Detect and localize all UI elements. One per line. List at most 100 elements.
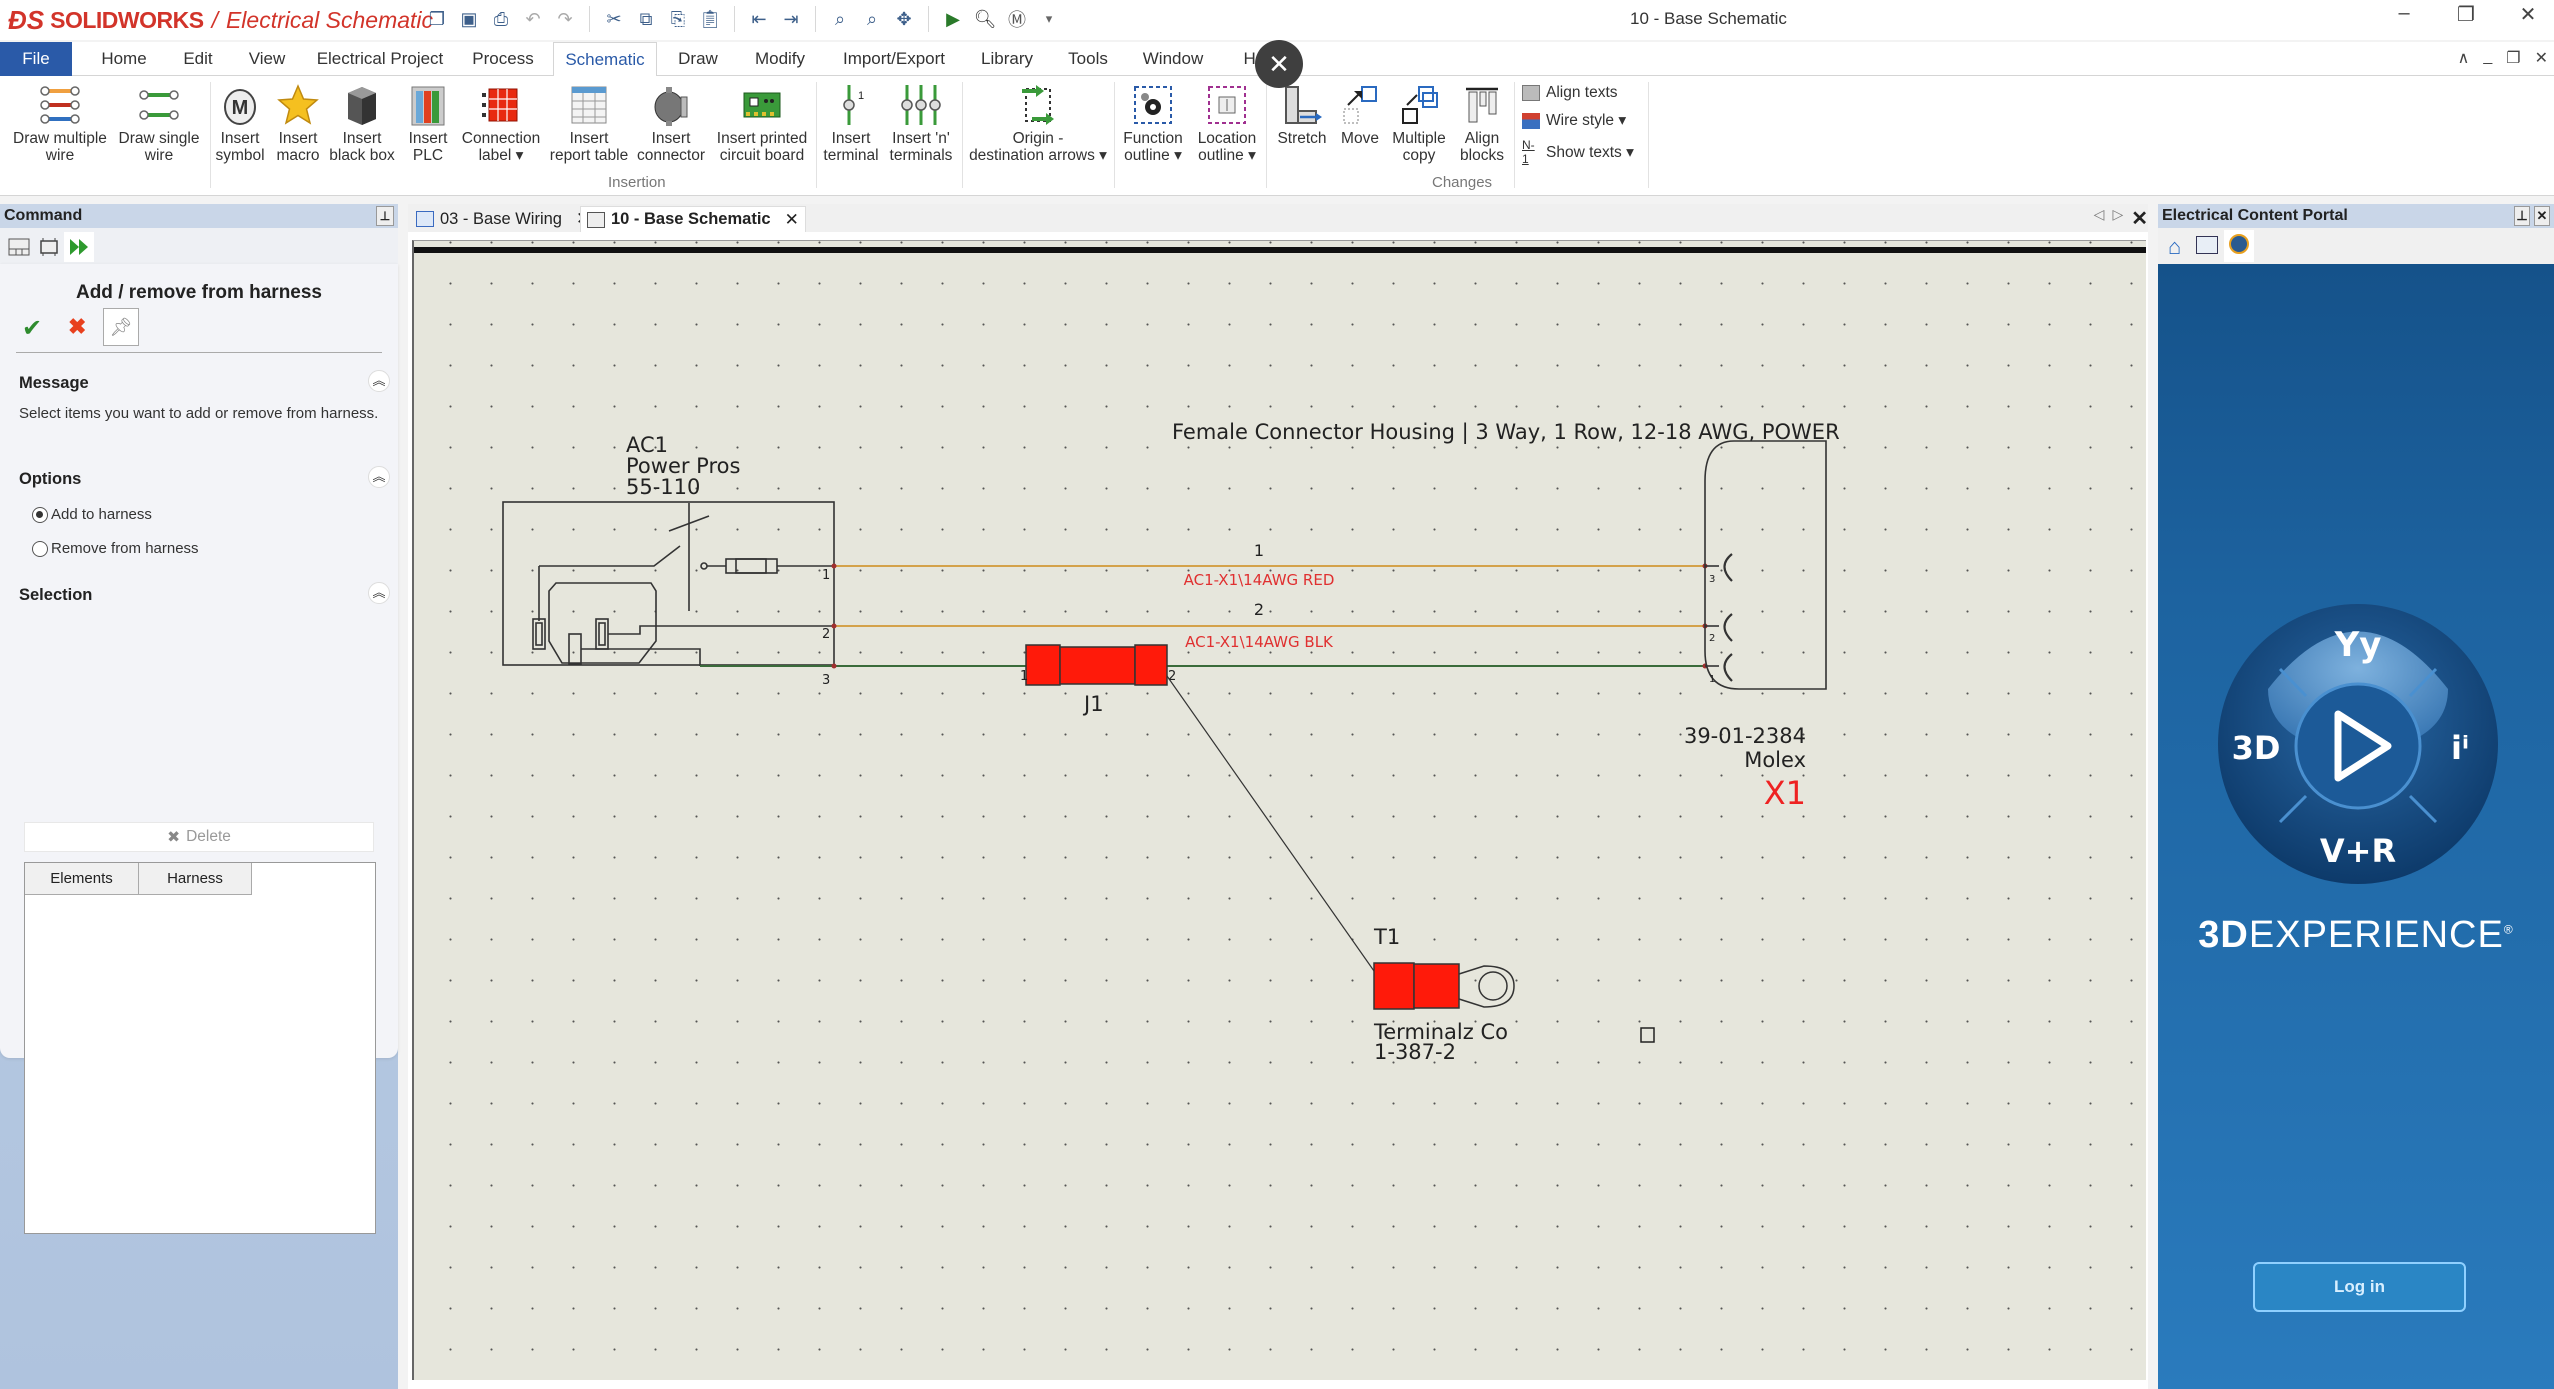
insert-pcb-button[interactable]: Insert printed circuit board (710, 80, 814, 164)
symbols-tab-icon[interactable] (34, 232, 64, 262)
ok-checkmark-icon[interactable]: ✔ (22, 314, 42, 343)
origin-destination-arrows-button[interactable]: Origin - destination arrows ▾ (964, 80, 1112, 164)
3dexperience-compass-logo[interactable]: Yy 3D iⁱ V+R (2208, 594, 2508, 894)
minimize-icon[interactable]: – (2388, 2, 2420, 27)
insert-connector-button[interactable]: Insert connector (632, 80, 710, 164)
portal-tab[interactable] (2224, 230, 2254, 262)
copy-icon[interactable]: ⧉ (634, 7, 658, 31)
home-icon[interactable]: ⌂ (2168, 234, 2181, 260)
doc-close-icon[interactable]: ✕ (2535, 48, 2548, 68)
close-icon[interactable]: ✕ (2512, 2, 2544, 27)
find-icon[interactable]: 🔍︎ (973, 7, 997, 31)
new-document-icon[interactable]: ❐ (425, 7, 449, 31)
align-texts-button[interactable]: Align texts (1522, 84, 1618, 102)
schematic-canvas[interactable]: AC1 Power Pros 55-110 1 2 3 1 AC1-X1\14A… (412, 240, 2146, 1380)
restore-icon[interactable]: ❐ (2450, 2, 2482, 27)
overlay-close-button[interactable]: ✕ (1255, 40, 1303, 88)
pcb-icon (738, 80, 786, 130)
j1-splice-symbol[interactable] (1025, 644, 1168, 686)
insert-plc-button[interactable]: Insert PLC (400, 80, 456, 164)
customize-dropdown-icon[interactable]: ▾ (1037, 7, 1061, 31)
tab-base-wiring[interactable]: 03 - Base Wiring ✕ (410, 206, 596, 232)
pan-icon[interactable]: ✥ (892, 7, 916, 31)
zoom-area-icon[interactable]: ⌕ (860, 7, 884, 31)
t1-ring-terminal[interactable] (1373, 962, 1515, 1010)
paste-icon[interactable]: 📋︎ (698, 7, 722, 31)
close-panel-icon[interactable]: ✕ (2534, 206, 2550, 226)
catalog-icon[interactable] (2196, 236, 2218, 254)
show-texts-button[interactable]: N-1 Show texts ▾ (1522, 138, 1634, 166)
cut-icon[interactable]: ✂ (602, 7, 626, 31)
location-outline-button[interactable]: Location outline ▾ (1190, 80, 1264, 164)
print-icon[interactable]: ⎙ (489, 7, 513, 31)
pin-icon[interactable]: ⊥ (376, 206, 394, 226)
insert-terminal-button[interactable]: 1 Insert terminal (818, 80, 884, 164)
pin-icon[interactable]: ⊥ (2514, 206, 2530, 226)
radio-button-selected[interactable] (32, 506, 48, 523)
paste-special-icon[interactable]: ⎘ (666, 7, 690, 31)
insert-symbol-button[interactable]: M Insert symbol (212, 80, 268, 164)
collapse-ribbon-icon[interactable]: ∧ (2458, 48, 2470, 68)
tab-library[interactable]: Library (970, 42, 1044, 76)
tab-edit[interactable]: Edit (170, 42, 226, 76)
tab-import-export[interactable]: Import/Export (835, 42, 953, 76)
tab-home[interactable]: Home (90, 42, 158, 76)
selection-table[interactable]: Elements Harness (24, 862, 376, 1234)
insert-report-table-button[interactable]: Insert report table (546, 80, 632, 164)
radio-button[interactable] (32, 540, 48, 557)
insert-black-box-button[interactable]: Insert black box (326, 80, 398, 164)
tab-modify[interactable]: Modify (745, 42, 815, 76)
run-macro-icon[interactable]: ▶ (941, 7, 965, 31)
add-to-harness-radio[interactable]: Add to harness (32, 506, 152, 523)
tab-view[interactable]: View (238, 42, 296, 76)
align-blocks-button[interactable]: Align blocks (1452, 80, 1512, 164)
command-tab-icon[interactable] (64, 232, 94, 262)
column-header-harness[interactable]: Harness (139, 863, 252, 895)
wire-style-button[interactable]: Wire style ▾ (1522, 111, 1626, 130)
ac1-power-inlet-symbol[interactable] (502, 501, 835, 666)
scroll-right-icon[interactable]: ▷ (2112, 206, 2123, 231)
delete-button[interactable]: ✖ Delete (24, 822, 374, 852)
single-wire-icon (135, 80, 183, 130)
insert-n-terminals-button[interactable]: Insert 'n' terminals (884, 80, 958, 164)
draw-single-wire-button[interactable]: Draw single wire (112, 80, 206, 164)
multiple-copy-button[interactable]: Multiple copy (1386, 80, 1452, 164)
tab-process[interactable]: Process (462, 42, 544, 76)
login-button[interactable]: Log in (2253, 1262, 2466, 1312)
tab-file[interactable]: File (0, 42, 72, 76)
stretch-button[interactable]: Stretch (1270, 80, 1334, 147)
tab-schematic[interactable]: Schematic (553, 42, 657, 77)
tab-window[interactable]: Window (1135, 42, 1211, 76)
collapse-options-icon[interactable]: ︽ (368, 466, 390, 488)
function-outline-button[interactable]: Function outline ▾ (1116, 80, 1190, 164)
zoom-window-icon[interactable]: ⌕ (828, 7, 852, 31)
copy-page-icon[interactable]: ⇤ (747, 7, 771, 31)
tab-base-schematic[interactable]: 10 - Base Schematic ✕ (580, 206, 806, 232)
undo-icon[interactable]: ↶ (521, 7, 545, 31)
layout-tab-icon[interactable] (4, 232, 34, 262)
move-button[interactable]: Move (1334, 80, 1386, 147)
connection-label-button[interactable]: Connection label ▾ (458, 80, 544, 164)
scroll-left-icon[interactable]: ◁ (2094, 206, 2105, 231)
draw-multiple-wire-button[interactable]: Draw multiple wire (8, 80, 112, 164)
column-header-elements[interactable]: Elements (25, 863, 139, 895)
x1-connector-housing[interactable] (1704, 440, 1827, 690)
redo-icon[interactable]: ↷ (553, 7, 577, 31)
tab-draw[interactable]: Draw (665, 42, 731, 76)
doc-minimize-icon[interactable]: _ (2483, 48, 2492, 68)
tab-electrical-project[interactable]: Electrical Project (310, 42, 450, 76)
collapse-selection-icon[interactable]: ︽ (368, 582, 390, 604)
remove-from-harness-radio[interactable]: Remove from harness (32, 540, 199, 557)
save-icon[interactable]: ▣ (457, 7, 481, 31)
insert-macro-button[interactable]: Insert macro (270, 80, 326, 164)
tab-tools[interactable]: Tools (1060, 42, 1116, 76)
doc-restore-icon[interactable]: ❐ (2506, 48, 2520, 68)
wire-j1-t1[interactable] (1166, 675, 1375, 972)
cancel-x-icon[interactable]: ✖ (68, 314, 86, 340)
macro-icon[interactable]: Ⓜ (1005, 7, 1029, 31)
close-tab-icon[interactable]: ✕ (785, 210, 799, 230)
close-document-icon[interactable]: ✕ (2131, 206, 2148, 231)
collapse-message-icon[interactable]: ︽ (368, 370, 390, 392)
pin-command-icon[interactable]: 📌︎ (103, 308, 139, 346)
paste-page-icon[interactable]: ⇥ (779, 7, 803, 31)
